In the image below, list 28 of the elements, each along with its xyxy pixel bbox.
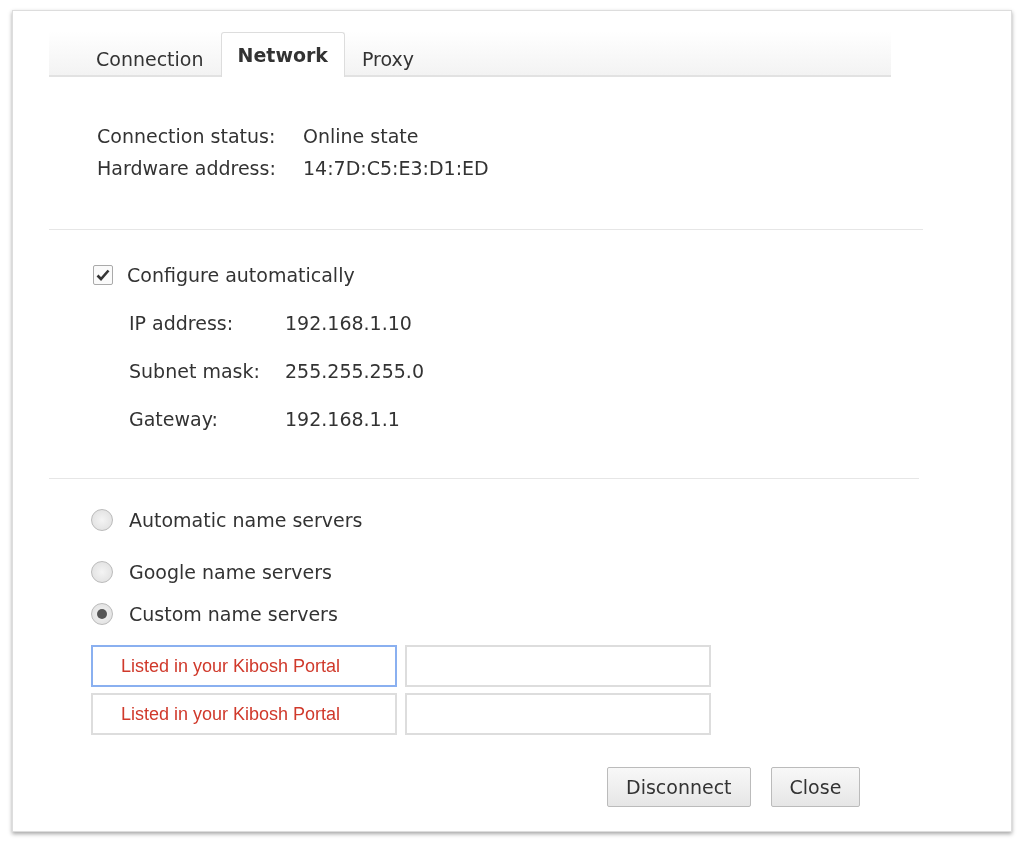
radio-label: Custom name servers <box>129 603 338 625</box>
tab[interactable]: Network <box>220 32 345 77</box>
field-label: IP address: <box>129 312 235 334</box>
field-label: Gateway: <box>129 408 219 430</box>
checkbox[interactable] <box>93 265 113 285</box>
field-label: Hardware address: <box>97 157 277 179</box>
radio-button[interactable] <box>91 603 113 625</box>
input-field[interactable]: Listed in your Kibosh Portal <box>91 693 397 735</box>
field-label: Connection status: <box>97 125 277 147</box>
tab[interactable]: Proxy <box>345 40 432 77</box>
tab[interactable]: Connection <box>79 40 221 77</box>
field-value: 192.168.1.10 <box>285 312 412 334</box>
input-field[interactable]: Listed in your Kibosh Portal <box>91 645 397 687</box>
field-value: Online state <box>303 125 419 147</box>
input-field[interactable] <box>405 645 711 687</box>
radio-button[interactable] <box>91 561 113 583</box>
radio-label: Automatic name servers <box>129 509 363 531</box>
input-field[interactable] <box>405 693 711 735</box>
field-value: 14:7D:C5:E3:D1:ED <box>303 157 489 179</box>
disconnect-button[interactable]: Disconnect <box>607 767 751 807</box>
radio-button[interactable] <box>91 509 113 531</box>
field-value: 255.255.255.0 <box>285 360 424 382</box>
field-value: 192.168.1.1 <box>285 408 400 430</box>
close-button[interactable]: Close <box>770 767 861 807</box>
checkbox-label: Configure automatically <box>127 264 355 286</box>
radio-label: Google name servers <box>129 561 332 583</box>
field-label: Subnet mask: <box>129 360 261 382</box>
checkmark-icon <box>96 269 110 281</box>
